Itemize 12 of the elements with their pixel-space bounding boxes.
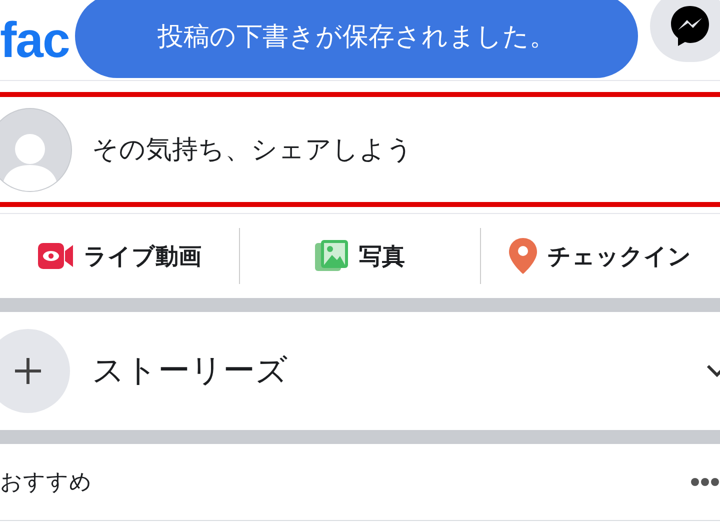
more-icon[interactable] xyxy=(690,477,720,487)
toast-message: 投稿の下書きが保存されました。 xyxy=(75,0,638,78)
video-camera-icon xyxy=(38,241,74,271)
map-pin-icon xyxy=(509,238,538,274)
photo-icon xyxy=(314,239,349,273)
section-title: おすすめ xyxy=(0,469,92,497)
status-input-field[interactable]: その気持ち、シェアしよう xyxy=(90,134,720,166)
messenger-button[interactable] xyxy=(650,0,720,62)
plus-icon xyxy=(13,356,43,386)
logo: fac xyxy=(0,11,70,69)
messenger-icon xyxy=(670,5,710,47)
stories-title: ストーリーズ xyxy=(92,350,289,391)
